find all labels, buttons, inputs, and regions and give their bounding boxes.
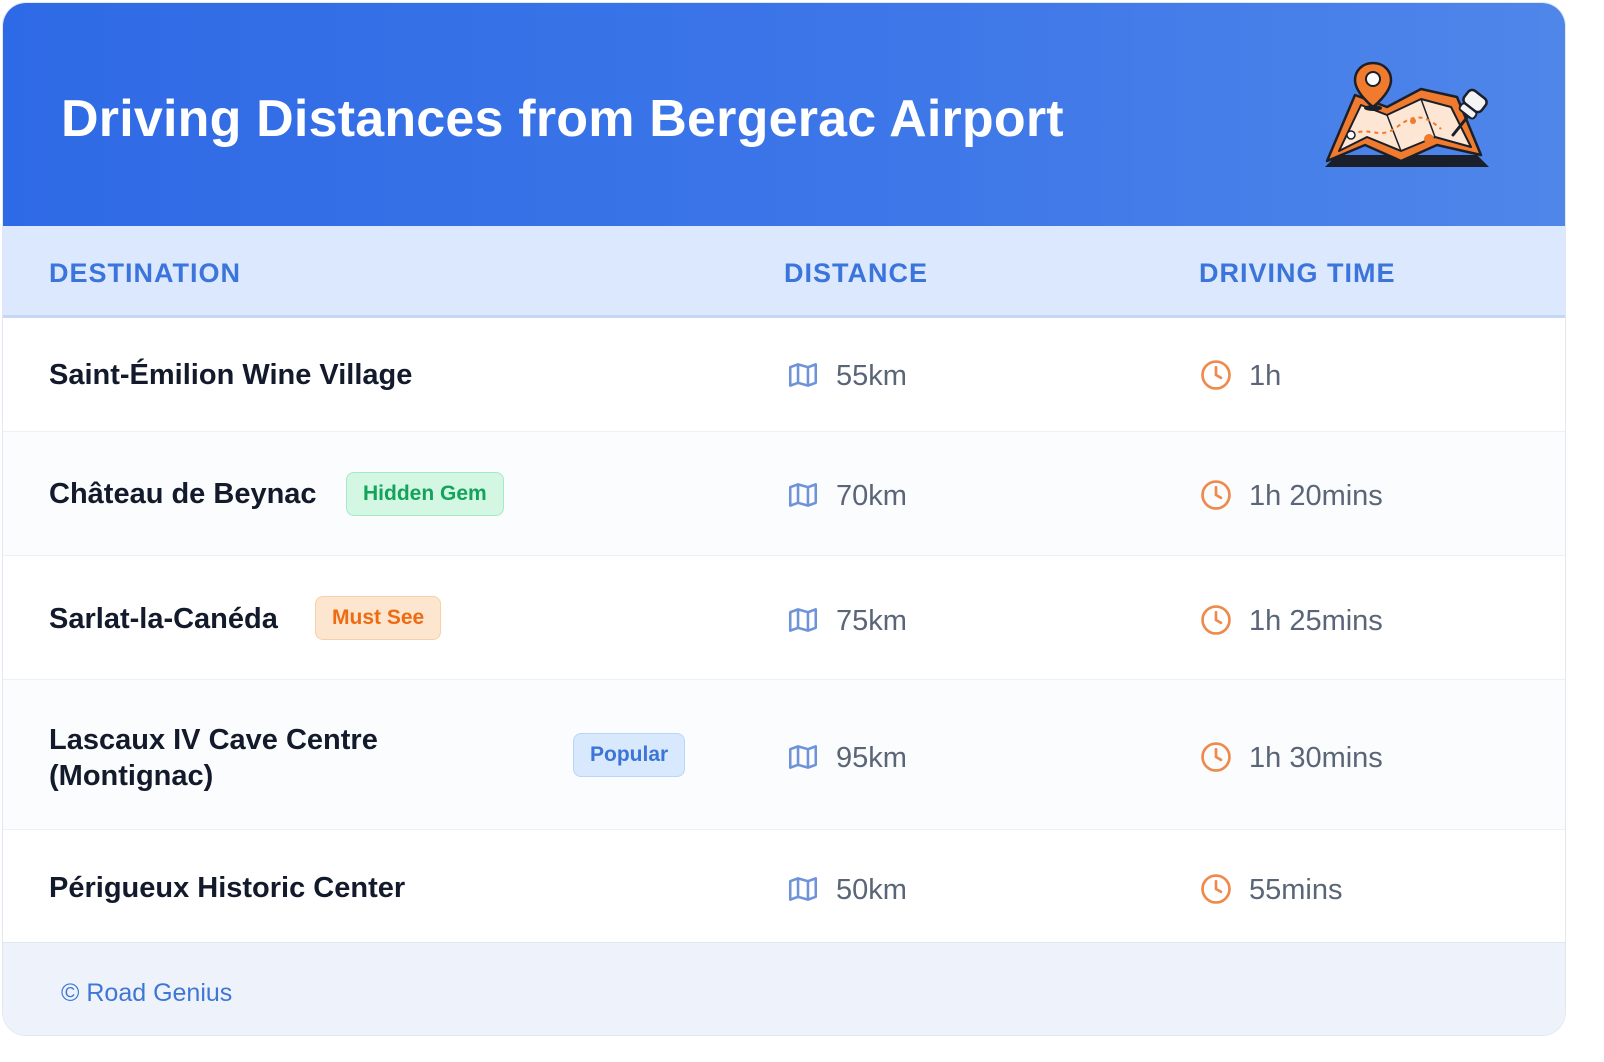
distance-value: 50km [836,874,907,906]
footer: © Road Genius [3,942,1565,1035]
destination-name: Château de Beynac [49,478,317,510]
table-row: Lascaux IV Cave Centre (Montignac) Popul… [3,680,1565,830]
badge-popular: Popular [573,733,686,777]
destination-name: Sarlat-la-Canéda [49,603,278,635]
destination-name: Périgueux Historic Center [49,872,406,904]
table-row: Périgueux Historic Center 50km 55mins [3,830,1565,942]
clock-icon [1201,874,1231,904]
column-header-destination: DESTINATION [49,258,241,288]
clock-icon [1201,360,1231,390]
time-value: 1h 25mins [1249,605,1383,637]
map-icon [788,363,818,387]
column-header-distance: DISTANCE [784,258,929,288]
destination-name-line-2: (Montignac) [49,760,214,792]
table-header: DESTINATION DISTANCE DRIVING TIME [3,226,1565,318]
badge-must-see: Must See [315,596,442,640]
time-value: 1h 30mins [1249,742,1383,774]
copyright-link[interactable]: © Road Genius [61,979,232,1008]
destination-name: Lascaux IV Cave Centre (Montignac) [49,722,378,794]
table-row: Saint-Émilion Wine Village 55km 1h [3,318,1565,432]
clock-icon [1201,480,1231,510]
table-row: Sarlat-la-Canéda Must See 75km 1h 25mins [3,556,1565,680]
destination-name-line-1: Lascaux IV Cave Centre [49,724,378,756]
distance-value: 55km [836,360,907,392]
time-value: 1h [1249,360,1282,392]
map-icon [788,877,818,901]
clock-icon [1201,742,1231,772]
column-header-driving-time: DRIVING TIME [1199,258,1396,288]
destination-name: Saint-Émilion Wine Village [49,359,413,391]
header-banner: Driving Distances from Bergerac Airport [3,3,1565,226]
distance-value: 70km [836,480,907,512]
page-title: Driving Distances from Bergerac Airport [61,90,1064,148]
map-icon [788,608,818,632]
time-value: 1h 20mins [1249,480,1383,512]
table-row: Château de Beynac Hidden Gem 70km 1h 20m… [3,432,1565,556]
map-icon [788,483,818,507]
distance-value: 95km [836,742,907,774]
distance-table-card: Driving Distances from Bergerac Airport … [2,2,1566,1036]
time-value: 55mins [1249,874,1343,906]
distance-value: 75km [836,605,907,637]
map-pin-illustration [1325,61,1489,167]
badge-hidden-gem: Hidden Gem [346,472,504,516]
clock-icon [1201,605,1231,635]
map-icon [788,745,818,769]
